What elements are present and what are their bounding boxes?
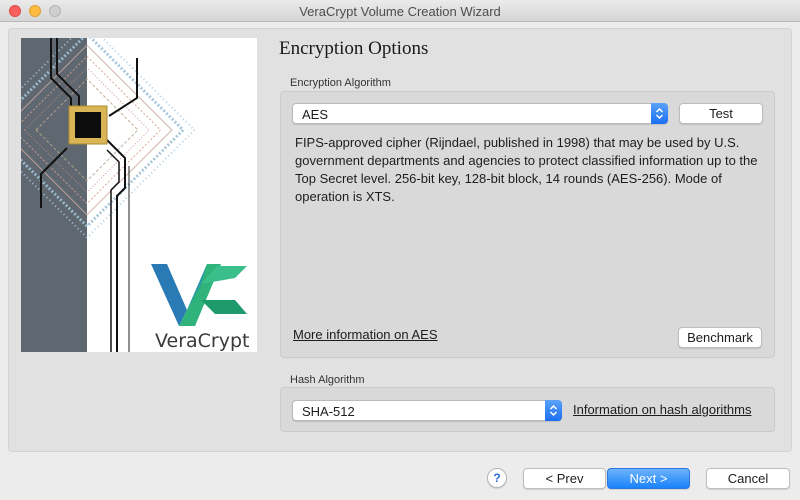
- chevron-up-down-icon: [651, 103, 668, 124]
- benchmark-button[interactable]: Benchmark: [678, 327, 762, 348]
- encryption-algorithm-group-label: Encryption Algorithm: [290, 77, 391, 89]
- veracrypt-logo: [151, 264, 247, 326]
- veracrypt-circuit-illustration: [21, 38, 247, 352]
- title-bar: VeraCrypt Volume Creation Wizard: [0, 0, 800, 22]
- algorithm-description: FIPS-approved cipher (Rijndael, publishe…: [295, 135, 758, 204]
- chevron-up-down-icon: [545, 400, 562, 421]
- cancel-button[interactable]: Cancel: [706, 468, 790, 489]
- encryption-algorithm-select[interactable]: AES: [292, 103, 668, 124]
- test-button[interactable]: Test: [679, 103, 763, 124]
- hash-algorithm-select[interactable]: SHA-512: [292, 400, 562, 421]
- help-button[interactable]: ?: [487, 468, 507, 488]
- hash-algorithm-value: SHA-512: [302, 404, 355, 419]
- wizard-side-image: VeraCrypt: [21, 38, 257, 352]
- encryption-algorithm-group: [280, 91, 775, 358]
- next-button[interactable]: Next >: [607, 468, 690, 489]
- page-title: Encryption Options: [279, 38, 429, 59]
- veracrypt-brand-text: VeraCrypt: [155, 330, 250, 352]
- prev-button[interactable]: < Prev: [523, 468, 606, 489]
- encryption-algorithm-value: AES: [302, 107, 329, 122]
- window-title: VeraCrypt Volume Creation Wizard: [299, 4, 501, 19]
- more-info-aes-link[interactable]: More information on AES: [293, 327, 438, 342]
- hash-info-link[interactable]: Information on hash algorithms: [573, 402, 751, 417]
- hash-algorithm-group-label: Hash Algorithm: [290, 374, 365, 386]
